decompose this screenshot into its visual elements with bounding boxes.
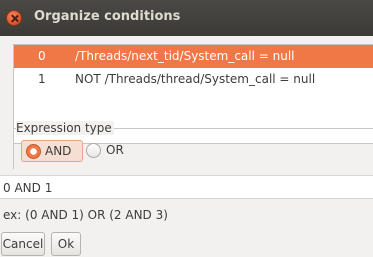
or-radio[interactable]: OR: [86, 140, 146, 162]
condition-index: 0: [38, 49, 46, 63]
condition-expression: /Threads/next_tid/System_call = null: [75, 49, 295, 63]
or-radio-label: OR: [106, 143, 124, 157]
expression-field[interactable]: 0 AND 1: [0, 175, 373, 199]
and-radio-label: AND: [45, 144, 72, 158]
condition-index: 1: [38, 72, 46, 86]
ok-button[interactable]: Ok: [51, 232, 81, 256]
radio-selected-icon: [26, 144, 41, 159]
radio-unselected-icon: [86, 143, 101, 158]
expression-value: 0 AND 1: [3, 181, 53, 195]
condition-expression: NOT /Threads/thread/System_call = null: [75, 72, 316, 86]
condition-row-1[interactable]: 1 NOT /Threads/thread/System_call = null: [14, 68, 373, 91]
dialog-body: 0 /Threads/next_tid/System_call = null 1…: [0, 36, 373, 257]
example-hint: ex: (0 AND 1) OR (2 AND 3): [3, 208, 168, 222]
and-radio[interactable]: AND: [21, 140, 83, 162]
expression-type-label: Expression type: [16, 121, 114, 135]
title-bar: Organize conditions: [0, 0, 373, 36]
condition-row-0[interactable]: 0 /Threads/next_tid/System_call = null: [14, 45, 373, 68]
cancel-button[interactable]: Cancel: [1, 232, 45, 256]
window-title: Organize conditions: [34, 9, 181, 24]
close-icon[interactable]: [6, 10, 22, 26]
